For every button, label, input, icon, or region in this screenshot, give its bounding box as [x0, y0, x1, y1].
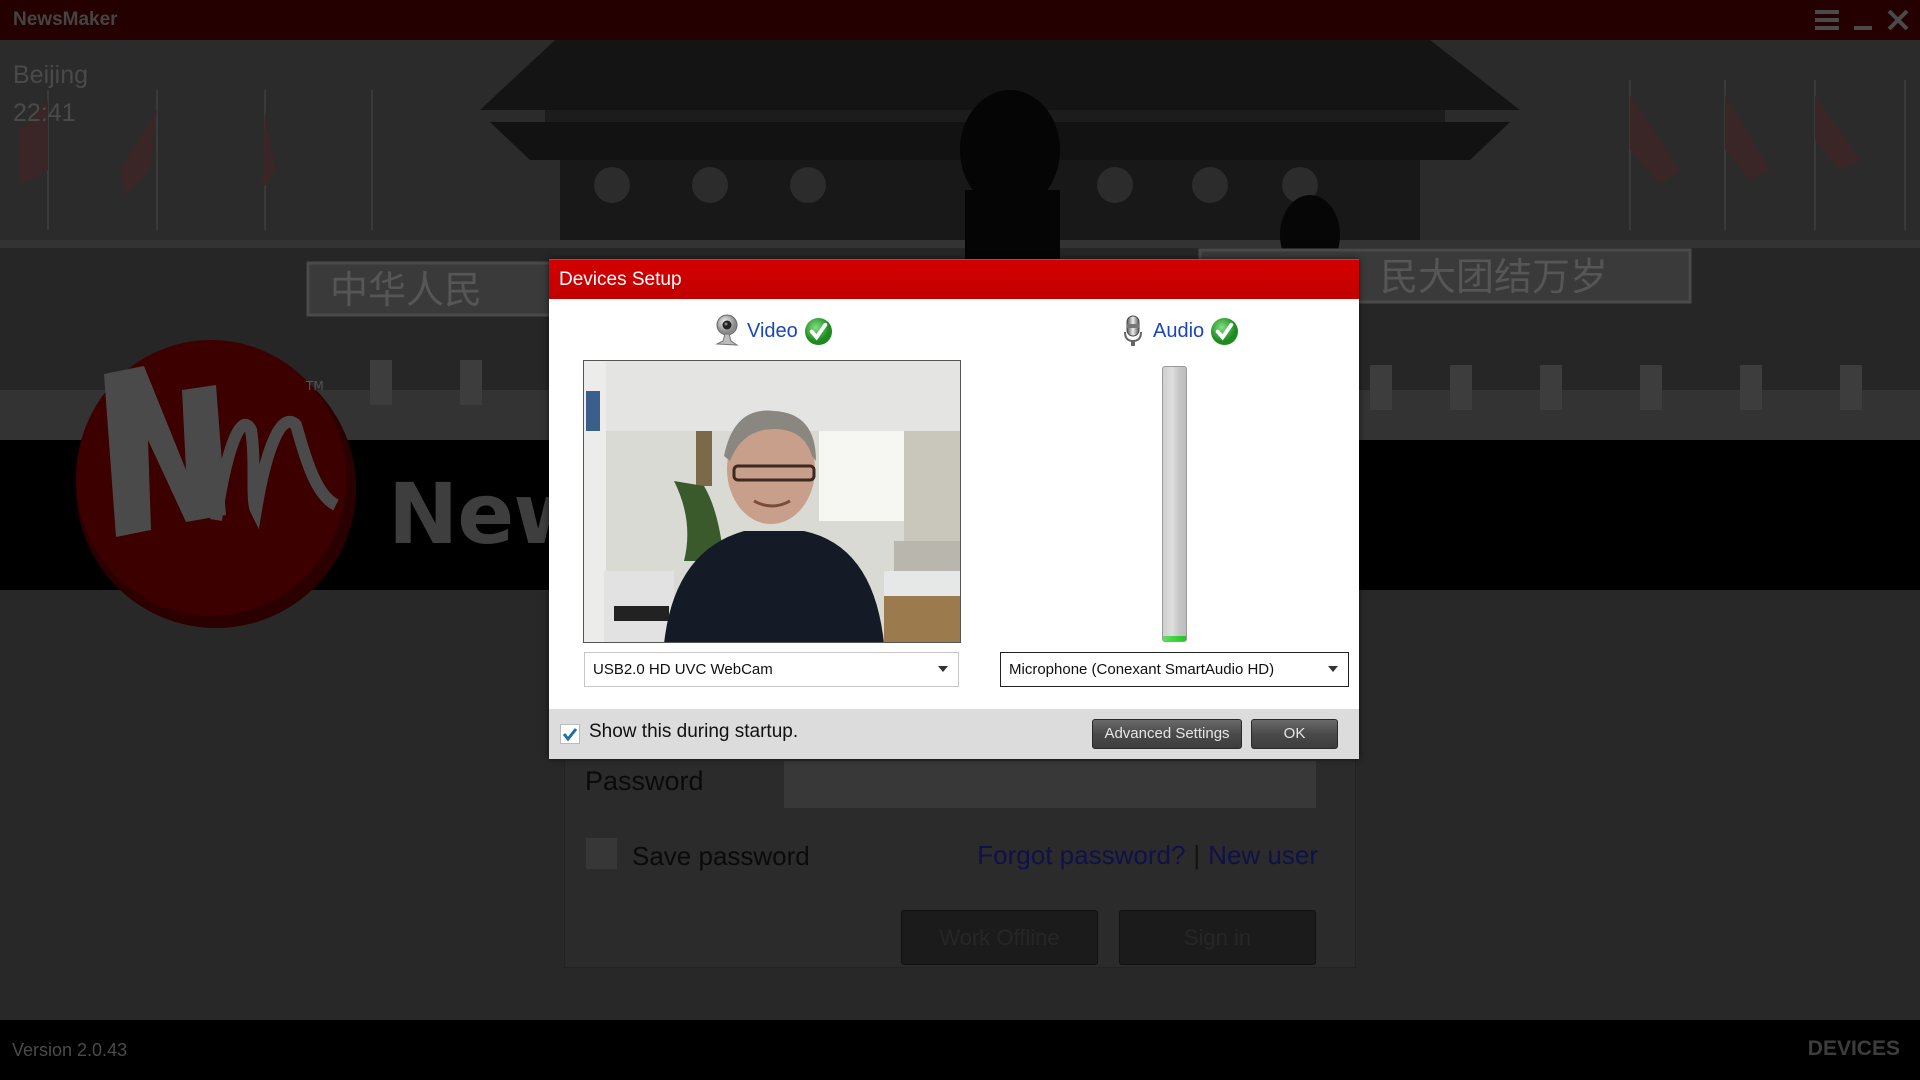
audio-check-icon: [1211, 317, 1239, 345]
status-footer: Version 2.0.43 DEVICES: [0, 1020, 1920, 1080]
chevron-down-icon: [1328, 666, 1338, 672]
new-user-link[interactable]: New user: [1208, 840, 1318, 870]
video-label: Video: [747, 319, 798, 342]
webcam-icon: [715, 314, 739, 346]
save-password-label: Save password: [632, 841, 810, 871]
forgot-password-link[interactable]: Forgot password?: [977, 840, 1185, 870]
video-device-value: USB2.0 HD UVC WebCam: [593, 661, 773, 678]
menu-icon-bar: [1815, 18, 1839, 22]
video-preview: [583, 360, 961, 643]
save-password-checkbox[interactable]: [586, 838, 617, 869]
dialog-header: Devices Setup: [549, 259, 1359, 299]
work-offline-button[interactable]: Work Offline: [901, 910, 1098, 965]
dialog-title: Devices Setup: [559, 269, 682, 290]
banner-right-text: 民大团结万岁: [1380, 255, 1608, 299]
sign-in-button[interactable]: Sign in: [1119, 910, 1316, 965]
location-clock: Beijing 22:41: [13, 56, 88, 132]
dialog-footer: Show this during startup. Advanced Setti…: [549, 709, 1359, 759]
close-icon: [1887, 9, 1909, 31]
app-title: NewsMaker: [13, 9, 118, 30]
menu-icon-bar: [1815, 26, 1839, 30]
video-check-icon: [804, 317, 832, 345]
video-section-header: Video: [713, 313, 833, 349]
banner-left-text: 中华人民: [330, 268, 482, 312]
microphone-icon: [1124, 315, 1142, 346]
version-label: Version 2.0.43: [12, 1040, 128, 1060]
minimize-button[interactable]: [1850, 6, 1880, 34]
audio-device-select[interactable]: Microphone (Conexant SmartAudio HD): [1000, 652, 1349, 687]
ok-button[interactable]: OK: [1251, 719, 1338, 749]
city-name: Beijing: [13, 61, 89, 89]
menu-icon: [1815, 10, 1839, 14]
show-on-startup-checkbox[interactable]: [560, 724, 580, 744]
newsmaker-logo: TM: [76, 340, 356, 628]
menu-button[interactable]: [1812, 6, 1842, 34]
audio-device-value: Microphone (Conexant SmartAudio HD): [1009, 661, 1275, 678]
audio-label: Audio: [1153, 319, 1205, 342]
video-device-select[interactable]: USB2.0 HD UVC WebCam: [584, 652, 959, 687]
logo-tm: TM: [305, 379, 324, 393]
app-window: NewsMaker 中华人民 民大团结万岁 Beijing 22:41 News…: [0, 0, 1920, 1080]
password-input[interactable]: [784, 761, 1316, 808]
close-button[interactable]: [1884, 6, 1914, 34]
devices-setup-dialog: Devices Setup Video Audio USB2.0 HD UVC …: [549, 259, 1359, 759]
minimize-icon: [1854, 26, 1872, 30]
show-on-startup-label: Show this during startup.: [589, 721, 799, 742]
local-time: 22:41: [13, 99, 76, 127]
advanced-settings-button[interactable]: Advanced Settings: [1092, 719, 1242, 749]
chevron-down-icon: [938, 666, 948, 672]
devices-link[interactable]: DEVICES: [1808, 1037, 1900, 1061]
password-label: Password: [585, 766, 704, 796]
title-bar: NewsMaker: [0, 0, 1920, 40]
webcam-feed: [584, 361, 960, 642]
account-links: Forgot password? | New user: [977, 840, 1318, 871]
audio-level-fill: [1163, 635, 1186, 641]
audio-level-meter: [1162, 366, 1187, 642]
checkmark-icon: [562, 728, 578, 742]
link-separator: |: [1193, 840, 1201, 870]
login-panel: Password Save password Forgot password? |…: [564, 745, 1356, 968]
audio-section-header: Audio: [1119, 313, 1239, 349]
